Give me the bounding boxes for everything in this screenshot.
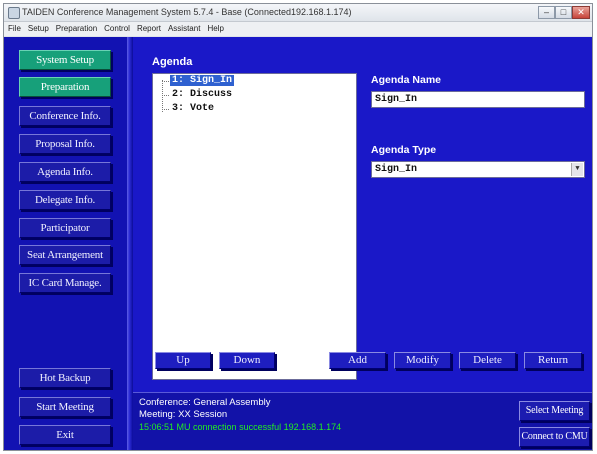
menu-help[interactable]: Help xyxy=(207,22,223,36)
tree-item-label: 3: Vote xyxy=(172,103,215,114)
app-logo-icon xyxy=(8,7,20,19)
up-button[interactable]: Up xyxy=(155,352,211,369)
app-window: TAIDEN Conference Management System 5.7.… xyxy=(3,3,593,451)
agenda-tree[interactable]: 1: Sign_In 2: Discuss 3: Vote xyxy=(152,73,357,380)
agenda-name-input[interactable]: Sign_In xyxy=(371,91,585,108)
close-button[interactable]: ✕ xyxy=(572,6,590,19)
tree-item-label: 2: Discuss xyxy=(172,89,233,100)
proposal-info-button[interactable]: Proposal Info. xyxy=(19,134,111,154)
system-setup-button[interactable]: System Setup xyxy=(19,50,111,70)
window-title: TAIDEN Conference Management System 5.7.… xyxy=(22,7,352,17)
minimize-button[interactable]: – xyxy=(538,6,555,19)
menu-preparation[interactable]: Preparation xyxy=(56,22,97,36)
conference-info-button[interactable]: Conference Info. xyxy=(19,106,111,126)
start-meeting-button[interactable]: Start Meeting xyxy=(19,397,111,417)
tree-item-sign-in[interactable]: 1: Sign_In xyxy=(162,75,235,87)
menu-file[interactable]: File xyxy=(8,22,21,36)
return-button[interactable]: Return xyxy=(524,352,582,369)
agenda-type-label: Agenda Type xyxy=(371,144,437,156)
ic-card-manage-button[interactable]: IC Card Manage. xyxy=(19,273,111,293)
menu-assistant[interactable]: Assistant xyxy=(168,22,200,36)
participator-button[interactable]: Participator xyxy=(19,218,111,238)
modify-button[interactable]: Modify xyxy=(394,352,451,369)
tree-item-discuss[interactable]: 2: Discuss xyxy=(162,89,234,101)
agenda-heading: Agenda xyxy=(152,56,193,68)
add-button[interactable]: Add xyxy=(329,352,386,369)
agenda-type-value: Sign_In xyxy=(375,164,418,175)
connect-to-cmu-button[interactable]: Connect to CMU xyxy=(519,427,590,447)
tree-item-label: 1: Sign_In xyxy=(170,75,235,86)
maximize-button[interactable]: □ xyxy=(555,6,572,19)
seat-arrangement-button[interactable]: Seat Arrangement xyxy=(19,245,111,265)
delete-button[interactable]: Delete xyxy=(459,352,516,369)
sidebar-splitter[interactable] xyxy=(127,37,133,450)
connection-status: 15:06:51 MU connection successful 192.16… xyxy=(139,422,342,432)
delegate-info-button[interactable]: Delegate Info. xyxy=(19,190,111,210)
status-panel: Conference: General Assembly Meeting: XX… xyxy=(133,392,592,450)
down-button[interactable]: Down xyxy=(219,352,275,369)
agenda-type-select[interactable]: Sign_In ▼ xyxy=(371,161,585,178)
sidebar: System Setup Preparation Conference Info… xyxy=(4,37,127,450)
menu-bar: File Setup Preparation Control Report As… xyxy=(4,22,592,36)
conference-status: Conference: General Assembly xyxy=(139,397,271,408)
agenda-name-label: Agenda Name xyxy=(371,74,442,86)
main-area: System Setup Preparation Conference Info… xyxy=(4,37,592,450)
hot-backup-button[interactable]: Hot Backup xyxy=(19,368,111,388)
agenda-info-button[interactable]: Agenda Info. xyxy=(19,162,111,182)
menu-control[interactable]: Control xyxy=(104,22,130,36)
exit-button[interactable]: Exit xyxy=(19,425,111,445)
preparation-button[interactable]: Preparation xyxy=(19,77,111,97)
menu-report[interactable]: Report xyxy=(137,22,161,36)
menu-setup[interactable]: Setup xyxy=(28,22,49,36)
select-meeting-button[interactable]: Select Meeting xyxy=(519,401,590,421)
tree-item-vote[interactable]: 3: Vote xyxy=(162,103,216,115)
title-bar: TAIDEN Conference Management System 5.7.… xyxy=(4,4,592,22)
meeting-status: Meeting: XX Session xyxy=(139,409,228,420)
dropdown-arrow-icon[interactable]: ▼ xyxy=(571,163,583,176)
